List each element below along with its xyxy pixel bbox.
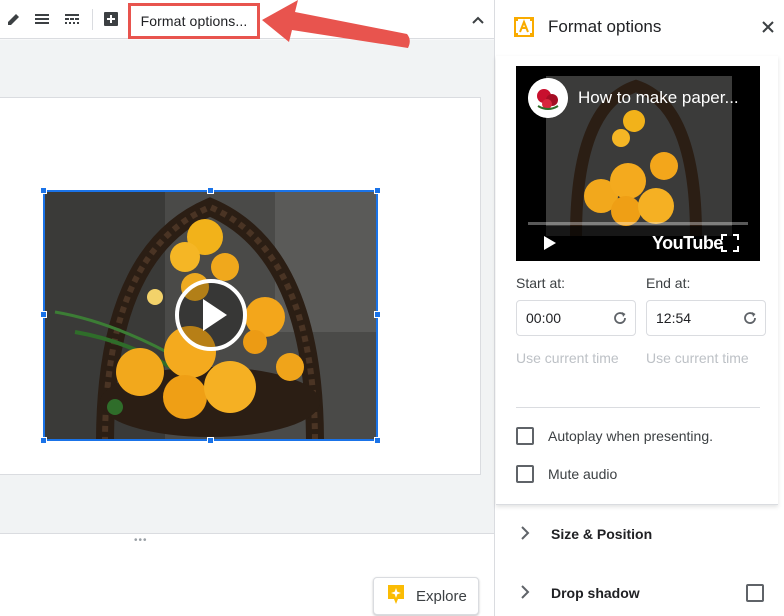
drop-shadow-checkbox[interactable]	[746, 584, 764, 602]
resize-handle-bottom-right[interactable]	[374, 437, 381, 444]
play-icon[interactable]	[542, 235, 558, 256]
line-dash-icon[interactable]	[62, 9, 82, 29]
end-at-label: End at:	[646, 275, 691, 291]
close-icon[interactable]	[758, 17, 778, 37]
channel-avatar	[528, 78, 568, 118]
chevron-right-icon	[518, 585, 532, 599]
drop-shadow-section[interactable]: Drop shadow	[496, 573, 784, 613]
play-button-icon[interactable]	[175, 279, 247, 351]
mute-audio-label: Mute audio	[548, 466, 618, 482]
autoplay-checkbox[interactable]	[516, 427, 534, 445]
start-time-value: 00:00	[526, 310, 562, 326]
video-toolbar: Format options...	[0, 0, 494, 39]
start-use-current-time-link[interactable]: Use current time	[516, 350, 619, 366]
format-panel-icon	[514, 17, 534, 42]
explore-icon	[386, 583, 406, 610]
toolbar-divider	[92, 9, 93, 30]
mute-audio-checkbox[interactable]	[516, 465, 534, 483]
resize-handle-top-left[interactable]	[40, 187, 47, 194]
youtube-preview[interactable]: How to make paper... YouTube	[516, 66, 760, 261]
section-label: Drop shadow	[551, 585, 640, 601]
annotation-arrow-icon	[262, 0, 410, 48]
pencil-icon[interactable]	[4, 9, 24, 29]
refresh-icon[interactable]	[741, 309, 759, 327]
end-time-input[interactable]: 12:54	[646, 300, 766, 336]
start-at-label: Start at:	[516, 275, 566, 291]
refresh-icon[interactable]	[611, 309, 629, 327]
resize-handle-left[interactable]	[40, 311, 47, 318]
autoplay-label: Autoplay when presenting.	[548, 428, 713, 444]
notes-resize-grip[interactable]: •••	[134, 535, 148, 546]
format-options-button[interactable]: Format options...	[128, 3, 260, 39]
format-options-panel: Format options How to make paper... YouT…	[496, 0, 784, 616]
explore-button[interactable]: Explore	[373, 577, 479, 615]
slide-editor: Format options... ••• Explore	[0, 0, 495, 616]
resize-handle-right[interactable]	[374, 311, 381, 318]
video-progress-bar[interactable]	[528, 222, 748, 225]
section-label: Size & Position	[551, 526, 653, 542]
section-divider	[516, 407, 760, 408]
add-box-icon[interactable]	[101, 9, 121, 29]
end-use-current-time-link[interactable]: Use current time	[646, 350, 749, 366]
youtube-logo: YouTube	[652, 233, 723, 253]
resize-handle-bottom[interactable]	[207, 437, 214, 444]
resize-handle-top-right[interactable]	[374, 187, 381, 194]
panel-header: Format options	[496, 0, 784, 56]
chevron-right-icon	[518, 526, 532, 540]
resize-handle-top[interactable]	[207, 187, 214, 194]
start-time-input[interactable]: 00:00	[516, 300, 636, 336]
resize-handle-bottom-left[interactable]	[40, 437, 47, 444]
fullscreen-icon[interactable]	[721, 234, 739, 257]
explore-label: Explore	[416, 587, 467, 605]
chevron-up-icon[interactable]	[468, 10, 488, 30]
panel-title: Format options	[548, 17, 662, 36]
end-time-value: 12:54	[656, 310, 692, 326]
video-title: How to make paper...	[578, 88, 739, 107]
size-position-section[interactable]: Size & Position	[496, 514, 784, 554]
align-lines-icon[interactable]	[32, 9, 52, 29]
